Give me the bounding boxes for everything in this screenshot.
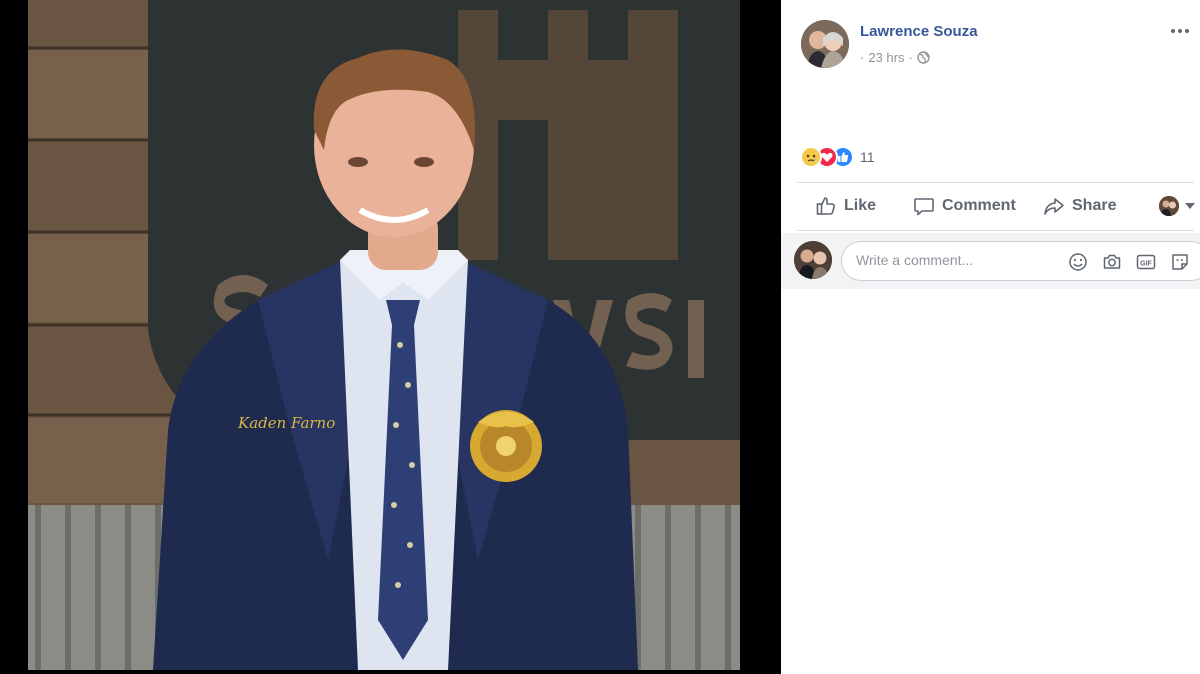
divider-bottom [797,230,1194,231]
post-actions-bar: Like Comment Share [797,186,1195,226]
like-button[interactable]: Like [815,195,876,217]
comment-input[interactable] [856,252,1056,268]
profile-mini-avatar [1159,196,1179,216]
author-name[interactable]: Lawrence Souza [860,23,978,40]
react-as-selector[interactable] [1159,196,1195,216]
sticker-icon[interactable] [1170,252,1190,272]
reaction-count[interactable]: 11 [860,149,875,165]
comment-composer: GIF [781,233,1200,289]
comment-box: GIF [841,241,1200,281]
share-icon [1044,198,1064,215]
like-icon [816,197,835,215]
post-meta: · 23 hrs · [860,50,930,65]
meta-separator: · [860,50,865,65]
like-label: Like [844,197,877,214]
photo-illustration: Kaden Farno [28,0,740,670]
post-sidebar: Lawrence Souza · 23 hrs · 11 Like Commen… [781,0,1200,674]
comment-icon [914,198,934,216]
commenter-avatar[interactable] [794,241,832,279]
share-label: Share [1072,197,1117,214]
photo-viewer: Kaden Farno [0,0,781,674]
svg-text:GIF: GIF [1140,261,1152,268]
comment-label: Comment [942,197,1016,214]
author-avatar[interactable] [801,20,849,68]
post-photo[interactable]: Kaden Farno [28,0,740,670]
more-options-icon[interactable] [1168,23,1192,39]
camera-icon[interactable] [1102,252,1122,272]
emoji-icon[interactable] [1068,252,1088,272]
divider-top [797,182,1194,183]
sad-reaction-icon [800,146,822,168]
share-button[interactable]: Share [1043,195,1116,217]
reactions-summary[interactable]: 11 [800,146,875,168]
comment-box-icons: GIF [1068,252,1190,272]
globe-icon [917,51,930,64]
jacket-name-embroidery: Kaden Farno [237,414,335,432]
comment-button[interactable]: Comment [913,195,1016,217]
meta-separator-2: · [908,50,913,65]
post-timestamp[interactable]: 23 hrs [868,50,904,65]
chevron-down-icon [1185,203,1195,209]
gif-icon[interactable]: GIF [1136,252,1156,272]
